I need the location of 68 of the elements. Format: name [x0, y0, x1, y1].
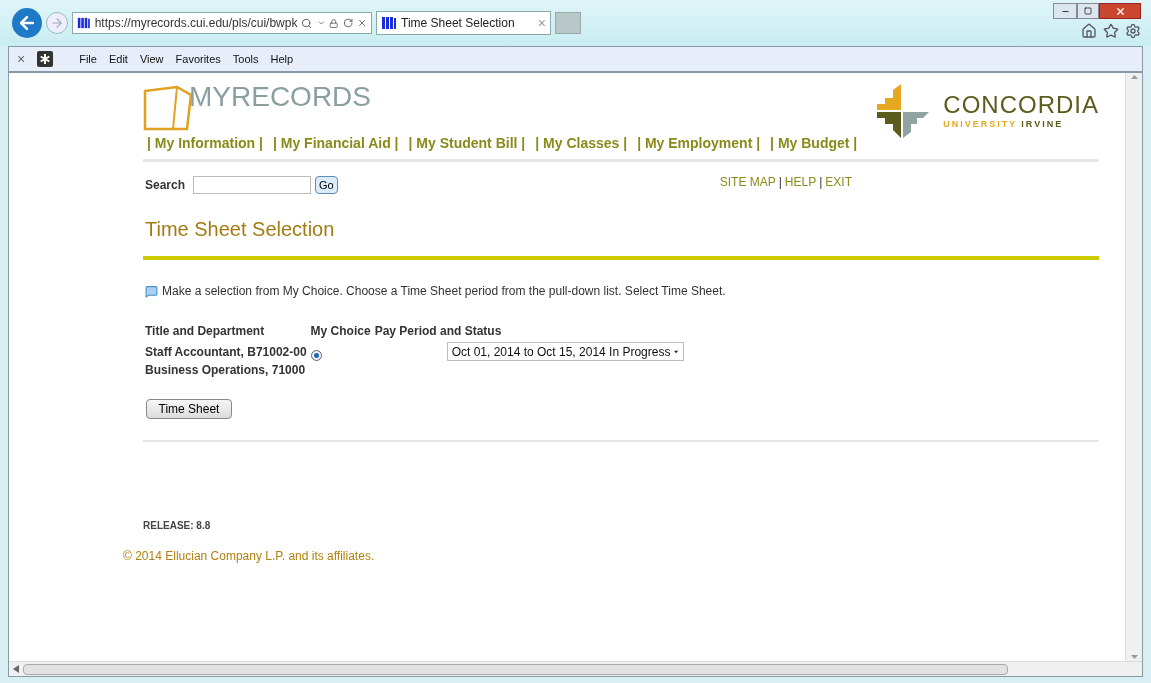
scroll-left-icon[interactable]	[13, 665, 19, 673]
menu-item[interactable]: Favorites	[175, 50, 221, 68]
maximize-icon	[1084, 7, 1092, 15]
time-sheet-button[interactable]: Time Sheet	[146, 399, 232, 419]
back-button[interactable]	[12, 8, 42, 38]
close-icon	[1114, 5, 1126, 17]
myrecords-logo: MYRECORDS	[189, 83, 371, 111]
pay-period-dropdown[interactable]: Oct 01, 2014 to Oct 15, 2014 In Progress	[446, 342, 684, 361]
browser-tab[interactable]: Time Sheet Selection ×	[376, 11, 551, 35]
search-label: Search	[145, 177, 186, 194]
favorites-icon[interactable]	[1103, 23, 1119, 39]
horizontal-scrollbar[interactable]	[9, 661, 1142, 676]
concordia-cross-logo	[877, 83, 930, 138]
job-title: Staff Accountant, B71002-00	[145, 344, 307, 361]
instructions-text: Make a selection from My Choice. Choose a Time Sheet period from the pull-down list. Select Time Sheet.	[162, 283, 726, 300]
page-title: Time Sheet Selection	[145, 217, 336, 242]
forward-arrow-icon	[50, 16, 64, 30]
nav-link[interactable]: | My Employment |	[637, 133, 761, 154]
maximize-button[interactable]	[1077, 3, 1099, 19]
column-header: Title and Department	[145, 323, 266, 340]
address-text: https://myrecords.cui.edu/pls/cui/bwpk	[94, 15, 298, 32]
irvine-wordmark: IRVINE	[1021, 119, 1064, 129]
asterisk-icon[interactable]	[37, 51, 54, 67]
search-field[interactable]	[193, 176, 312, 194]
nav-link[interactable]: | My Information |	[147, 133, 263, 154]
minimize-button[interactable]	[1053, 3, 1077, 19]
link-separator: |	[778, 174, 782, 191]
stop-icon[interactable]	[356, 17, 367, 29]
concordia-wordmark: CONCORDIA	[943, 92, 1099, 117]
header-link[interactable]: SITE MAP	[719, 173, 776, 191]
refresh-icon[interactable]	[342, 17, 353, 29]
copyright-text: © 2014 Ellucian Company L.P. and its affiliates.	[123, 548, 376, 565]
university-wordmark: UNIVERSITY	[943, 119, 1018, 129]
menu-item[interactable]: Edit	[108, 50, 128, 68]
menu-item[interactable]: Help	[270, 50, 294, 68]
nav-link[interactable]: | My Financial Aid |	[272, 133, 399, 154]
go-button[interactable]: Go	[315, 176, 338, 194]
dropdown-caret-icon	[674, 349, 679, 354]
scroll-up-icon[interactable]	[1130, 75, 1138, 79]
scroll-down-icon[interactable]	[1130, 655, 1138, 659]
header-link[interactable]: EXIT	[825, 173, 852, 191]
link-separator: |	[819, 174, 823, 191]
column-header: My Choice	[310, 323, 372, 340]
release-text: RELEASE: 8.8	[143, 519, 212, 533]
address-bar[interactable]: https://myrecords.cui.edu/pls/cui/bwpk	[72, 12, 372, 34]
lock-icon	[329, 17, 339, 29]
settings-icon[interactable]	[1125, 23, 1141, 39]
department-text: Business Operations, 71000	[145, 362, 307, 379]
close-button[interactable]	[1099, 3, 1141, 19]
column-header: Pay Period and Status	[374, 323, 503, 340]
page-favicon-icon	[77, 15, 91, 31]
nav-link[interactable]: | My Student Bill |	[408, 133, 526, 154]
folder-logo-icon	[143, 85, 193, 131]
menu-item[interactable]: View	[139, 50, 164, 68]
vertical-scrollbar[interactable]	[1125, 73, 1142, 661]
dropdown-icon[interactable]	[316, 18, 326, 28]
tab-title: Time Sheet Selection	[401, 15, 516, 32]
info-icon	[145, 284, 158, 298]
home-icon[interactable]	[1081, 23, 1097, 39]
choice-radio[interactable]	[310, 350, 322, 361]
page-favicon-icon	[381, 15, 397, 31]
search-icon[interactable]	[301, 16, 313, 30]
menu-item[interactable]: File	[79, 50, 97, 68]
nav-link[interactable]: | My Budget |	[770, 133, 858, 154]
nav-link[interactable]: | My Classes |	[535, 133, 628, 154]
menu-item[interactable]: Tools	[232, 50, 259, 68]
header-link[interactable]: HELP	[784, 173, 817, 191]
close-bar-button[interactable]: ×	[17, 48, 26, 70]
